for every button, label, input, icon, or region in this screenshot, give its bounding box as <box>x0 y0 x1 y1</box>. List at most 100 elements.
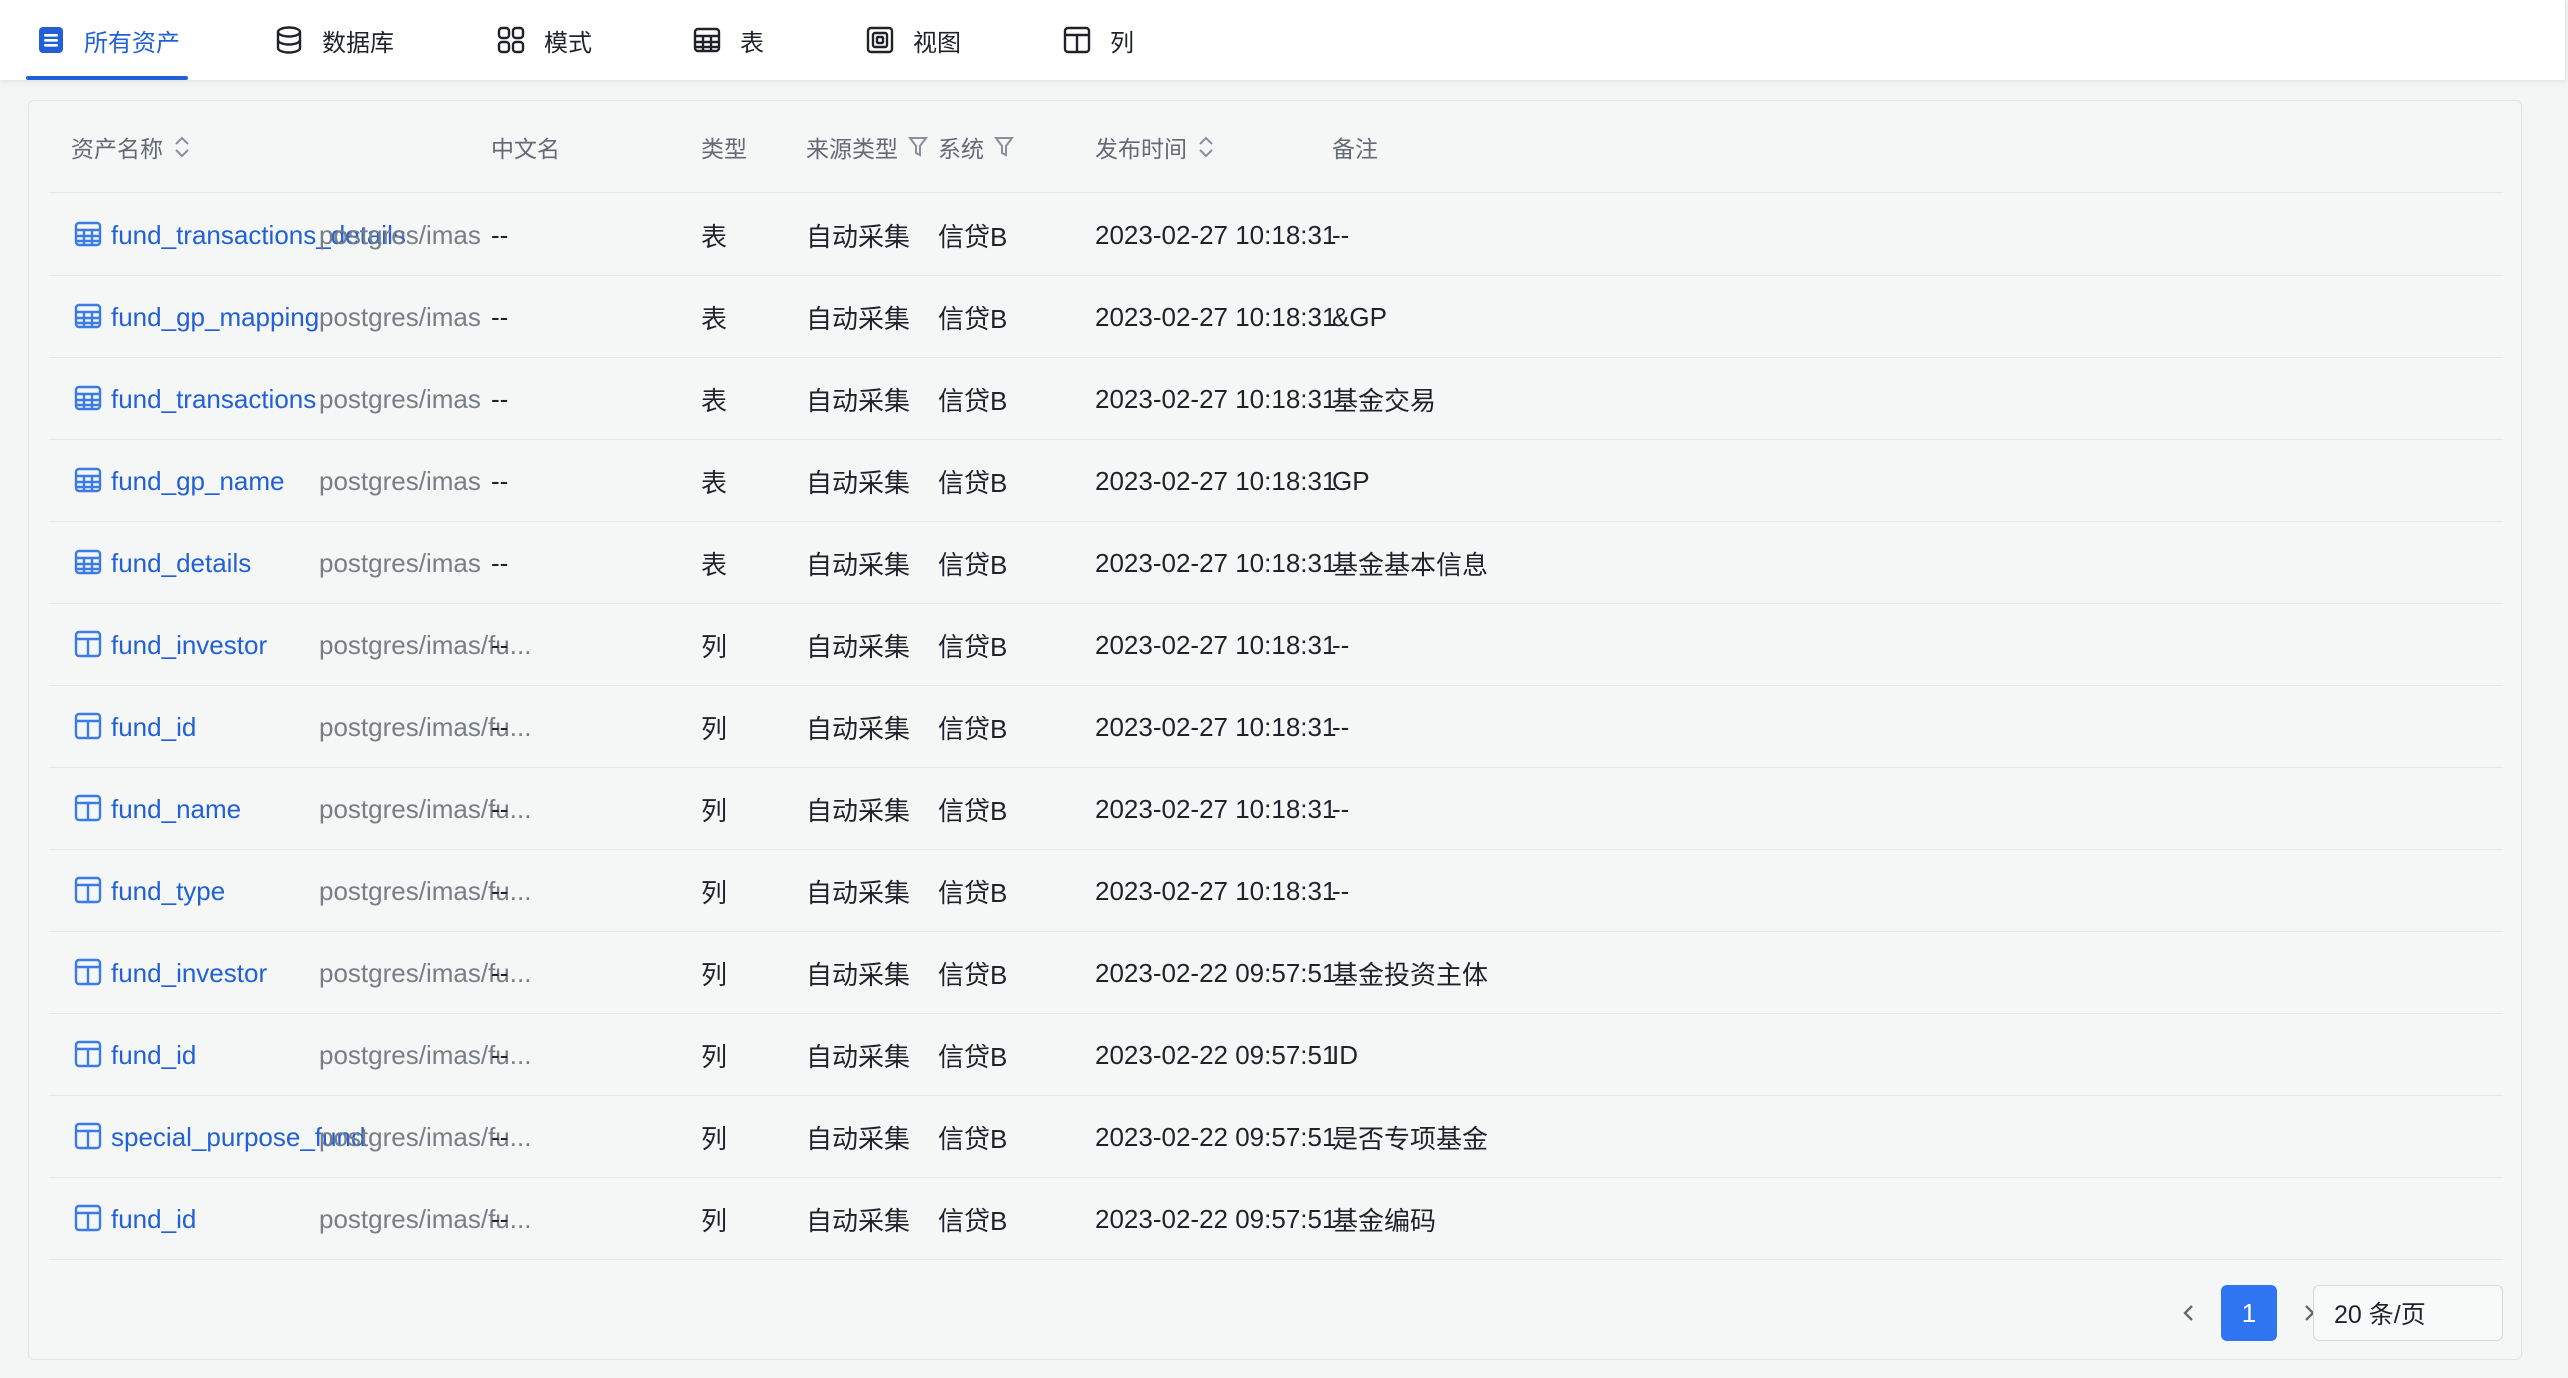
asset-name-link[interactable]: fund_transactions <box>111 358 316 440</box>
asset-name-link[interactable]: fund_gp_name <box>111 440 284 522</box>
asset-name-link[interactable]: fund_id <box>111 1014 196 1096</box>
publish-time-cell: 2023-02-27 10:18:31 <box>1095 301 1337 332</box>
header-chinese-name: 中文名 <box>491 101 560 193</box>
remark-cell: 基金交易 <box>1332 385 1437 416</box>
chinese-name-cell: -- <box>491 547 509 578</box>
chinese-name-cell: -- <box>491 875 509 906</box>
type-cell: 列 <box>701 1041 728 1072</box>
header-system[interactable]: 系统 <box>938 101 1014 193</box>
publish-time-cell: 2023-02-27 10:18:31 <box>1095 547 1337 578</box>
table-icon <box>71 463 105 497</box>
table-row[interactable]: special_purpose_fund postgres/imas/fu... -… <box>49 1096 2503 1178</box>
database-icon <box>272 23 306 57</box>
schema-grid-icon <box>494 23 528 57</box>
table-row[interactable]: fund_id postgres/imas/fu... -- 列自动采集 信贷B 2023… <box>49 686 2503 768</box>
tab-label: 所有资产 <box>84 29 180 57</box>
publish-time-cell: 2023-02-27 10:18:31 <box>1095 219 1337 250</box>
chinese-name-cell: -- <box>491 219 509 250</box>
header-label: 备注 <box>1332 136 1378 162</box>
filter-icon[interactable] <box>994 135 1014 159</box>
asset-name-link[interactable]: fund_id <box>111 1178 196 1260</box>
remark-cell: -- <box>1332 875 1350 906</box>
table-row[interactable]: fund_investor postgres/imas/fu... -- 列自动采集信… <box>49 932 2503 1014</box>
type-cell: 列 <box>701 1123 728 1154</box>
filter-icon[interactable] <box>908 135 928 159</box>
type-cell: 列 <box>701 877 728 908</box>
remark-cell: &GP <box>1332 301 1387 332</box>
sort-icon[interactable] <box>173 134 191 160</box>
view-icon <box>863 23 897 57</box>
table-row[interactable]: fund_name postgres/imas/fu... -- 列自动采集 信贷B 20… <box>49 768 2503 850</box>
system-cell: 信贷B <box>938 221 1008 252</box>
table-icon <box>71 299 105 333</box>
tab-database[interactable]: 数据库 <box>272 0 394 80</box>
header-publish-time[interactable]: 发布时间 <box>1095 101 1215 193</box>
publish-time-cell: 2023-02-27 10:18:31 <box>1095 383 1337 414</box>
page-size-select[interactable]: 20 条/页 <box>2313 1285 2503 1341</box>
tab-column[interactable]: 列 <box>1060 0 1134 80</box>
remark-cell: -- <box>1332 219 1350 250</box>
source-type-cell: 自动采集 <box>806 631 911 662</box>
table-header: 资产名称 中文名 类型 来源类型 系统 发布时间 备注 <box>49 101 2503 193</box>
type-cell: 列 <box>701 959 728 990</box>
source-type-cell: 自动采集 <box>806 795 911 826</box>
system-cell: 信贷B <box>938 1041 1008 1072</box>
asset-path: postgres/imas <box>319 547 481 578</box>
tab-view[interactable]: 视图 <box>863 0 961 80</box>
header-asset-name[interactable]: 资产名称 <box>71 101 191 193</box>
table-row[interactable]: fund_id postgres/imas/fu... -- 列自动采集 信贷B 2023… <box>49 1178 2503 1260</box>
asset-name-link[interactable]: fund_type <box>111 850 225 932</box>
asset-name-link[interactable]: fund_investor <box>111 932 267 1014</box>
system-cell: 信贷B <box>938 467 1008 498</box>
system-cell: 信贷B <box>938 631 1008 662</box>
column-icon <box>71 1119 105 1153</box>
column-icon <box>71 1201 105 1235</box>
system-cell: 信贷B <box>938 713 1008 744</box>
sort-icon[interactable] <box>1197 134 1215 160</box>
source-type-cell: 自动采集 <box>806 303 911 334</box>
asset-path: postgres/imas <box>319 301 481 332</box>
table-row[interactable]: fund_transactions postgres/imas -- 表 自动采集 信贷B… <box>49 358 2503 440</box>
table-row[interactable]: fund_type postgres/imas/fu... -- 列自动采集 信贷B 20… <box>49 850 2503 932</box>
tab-table[interactable]: 表 <box>690 0 764 80</box>
asset-path: postgres/imas <box>319 219 481 250</box>
source-type-cell: 自动采集 <box>806 713 911 744</box>
page-1-button[interactable]: 1 <box>2221 1285 2277 1341</box>
table-row[interactable]: fund_investor postgres/imas/fu... -- 列自动采集信… <box>49 604 2503 686</box>
header-label: 类型 <box>701 136 747 162</box>
table-icon <box>71 381 105 415</box>
source-type-cell: 自动采集 <box>806 959 911 990</box>
asset-name-link[interactable]: fund_investor <box>111 604 267 686</box>
tab-label: 模式 <box>544 29 592 57</box>
chinese-name-cell: -- <box>491 957 509 988</box>
table-row[interactable]: fund_id postgres/imas/fu... -- 列自动采集 信贷B 2023… <box>49 1014 2503 1096</box>
chinese-name-cell: -- <box>491 383 509 414</box>
remark-cell: 是否专项基金 <box>1332 1123 1489 1154</box>
column-icon <box>71 627 105 661</box>
system-cell: 信贷B <box>938 1205 1008 1236</box>
table-row[interactable]: fund_gp_mapping postgres/imas -- 表 自动采集 信贷B 20… <box>49 276 2503 358</box>
table-row[interactable]: fund_gp_name postgres/imas -- 表 自动采集 信贷B 2023-… <box>49 440 2503 522</box>
table-row[interactable]: fund_details postgres/imas -- 表 自动采集 信贷B 2023-… <box>49 522 2503 604</box>
type-cell: 表 <box>701 221 728 252</box>
header-source-type[interactable]: 来源类型 <box>806 101 928 193</box>
header-type: 类型 <box>701 101 747 193</box>
asset-name-link[interactable]: fund_details <box>111 522 251 604</box>
table-icon <box>690 23 724 57</box>
source-type-cell: 自动采集 <box>806 467 911 498</box>
type-cell: 表 <box>701 303 728 334</box>
prev-page-button[interactable] <box>2169 1285 2209 1341</box>
table-row[interactable]: fund_transactions_details postgres/imas --… <box>49 194 2503 276</box>
asset-name-link[interactable]: fund_name <box>111 768 241 850</box>
tab-schema[interactable]: 模式 <box>494 0 592 80</box>
tab-all-assets[interactable]: 所有资产 <box>26 0 188 80</box>
header-label: 来源类型 <box>806 136 898 162</box>
asset-name-link[interactable]: fund_gp_mapping <box>111 276 319 358</box>
type-cell: 列 <box>701 713 728 744</box>
chinese-name-cell: -- <box>491 793 509 824</box>
column-icon <box>71 791 105 825</box>
column-icon <box>71 1037 105 1071</box>
document-list-icon <box>34 23 68 57</box>
system-cell: 信贷B <box>938 795 1008 826</box>
asset-name-link[interactable]: fund_id <box>111 686 196 768</box>
